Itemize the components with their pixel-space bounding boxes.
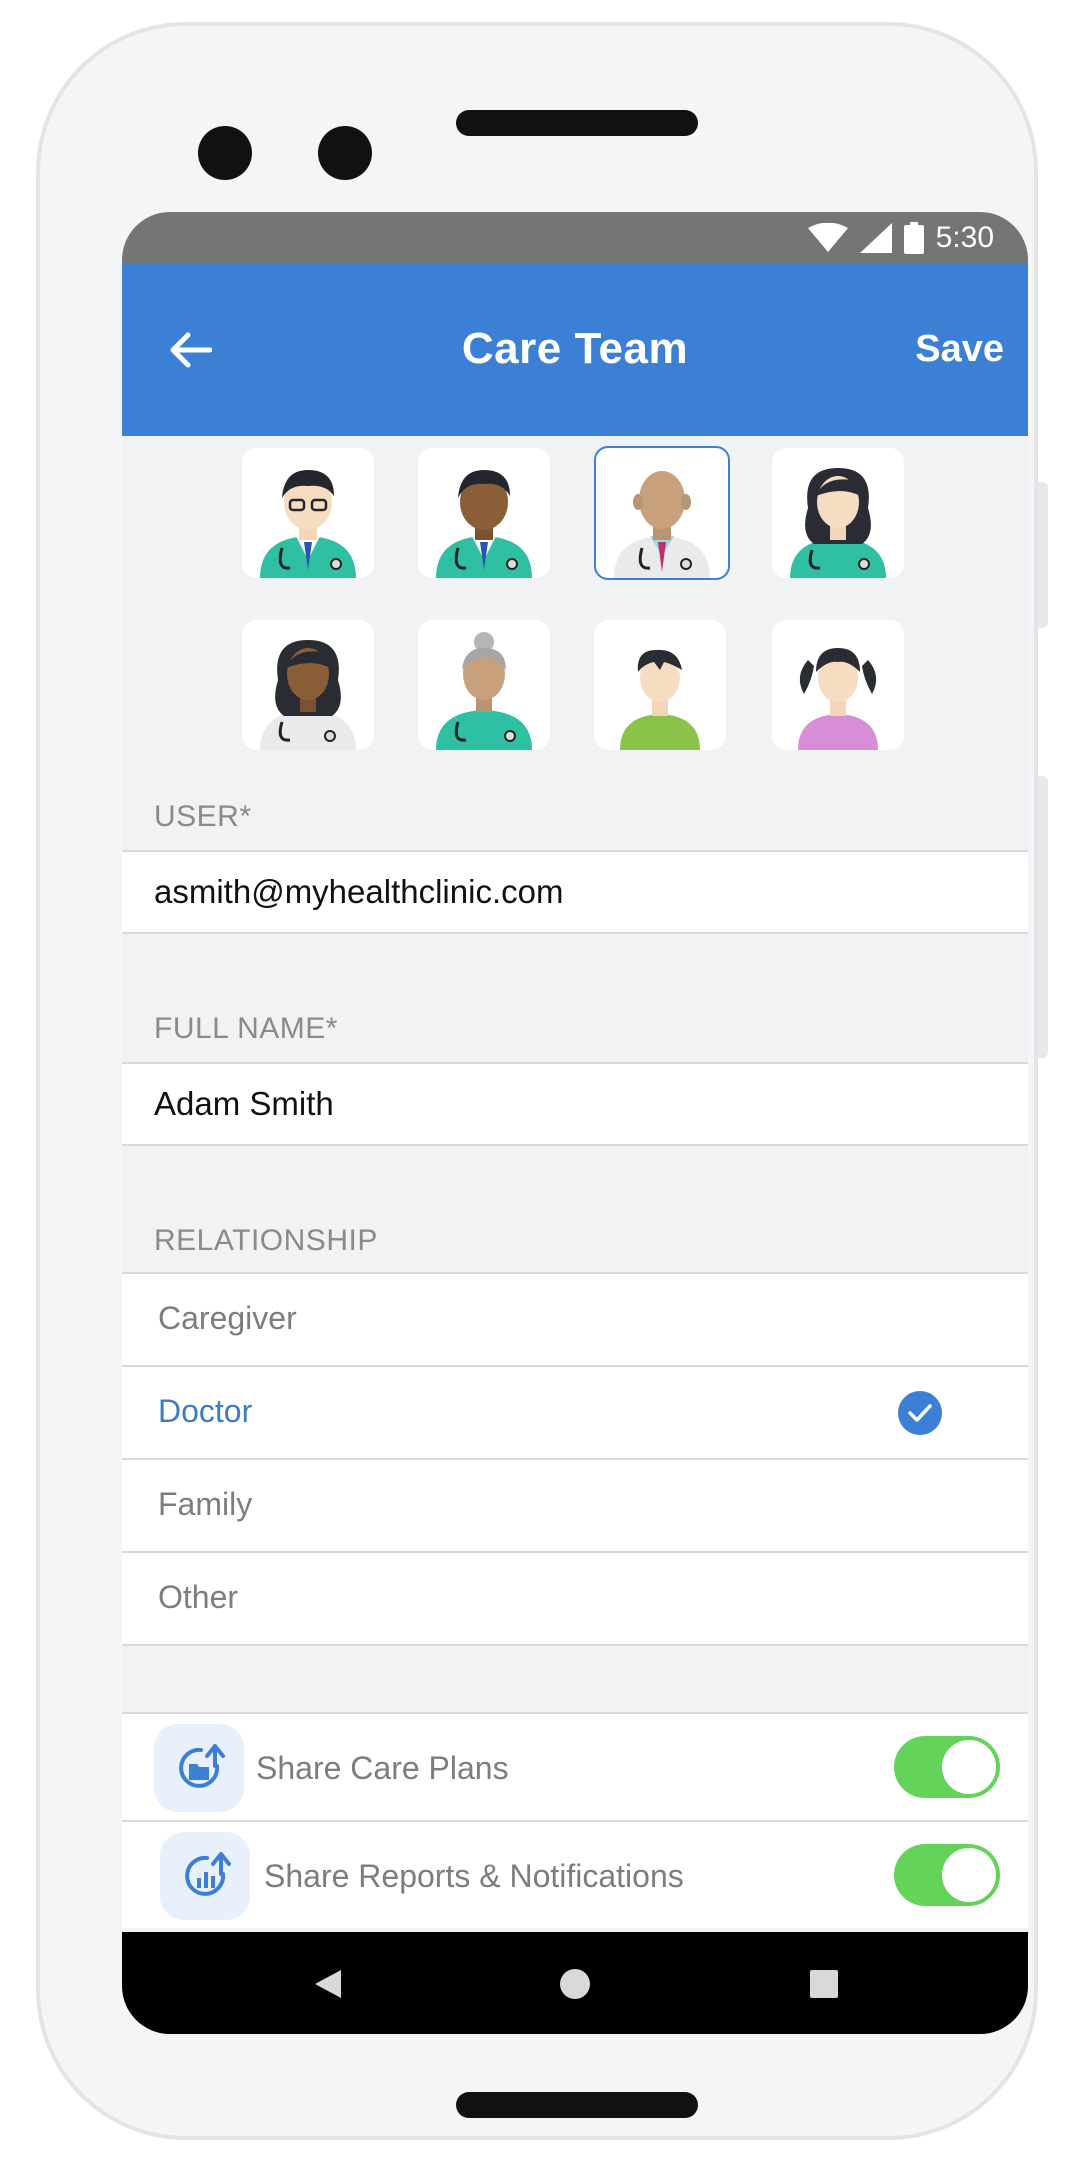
- share-care-plans-label: Share Care Plans: [256, 1750, 509, 1786]
- status-bar: 5:30: [122, 212, 1028, 264]
- relationship-option-label: Other: [158, 1579, 239, 1615]
- relationship-option-doctor[interactable]: Doctor: [122, 1365, 1028, 1458]
- user-field-row: [122, 850, 1028, 934]
- share-reports-label: Share Reports & Notifications: [264, 1858, 684, 1894]
- triangle-back-icon: [315, 1970, 341, 1998]
- user-email-input[interactable]: [154, 852, 974, 932]
- app-bar: Care Team Save: [122, 264, 1028, 436]
- checkmark-icon: [898, 1391, 942, 1435]
- doctor-bald-labcoat-icon: [614, 471, 710, 578]
- doctor-female-dark-skin-icon: [260, 640, 356, 750]
- share-care-plans-toggle[interactable]: [894, 1736, 1000, 1798]
- share-chart-icon: [160, 1832, 250, 1920]
- status-time: 5:30: [935, 221, 994, 254]
- avatar-doctor-female-black-hair[interactable]: [772, 448, 904, 578]
- girl-pigtails-icon: [798, 648, 878, 750]
- avatar-doctor-grey-bun[interactable]: [418, 620, 550, 750]
- relationship-option-caregiver[interactable]: Caregiver: [122, 1272, 1028, 1365]
- full-name-input[interactable]: [154, 1064, 974, 1144]
- square-recents-icon: [810, 1970, 838, 1998]
- phone-frame: 5:30 Care Team Save USER* asmith@myhealt…: [36, 22, 1048, 2140]
- share-folder-icon: [154, 1724, 244, 1812]
- relationship-option-family[interactable]: Family: [122, 1458, 1028, 1551]
- nav-back-button[interactable]: [304, 1960, 352, 2008]
- earpiece-speaker: [456, 110, 698, 136]
- front-sensor: [318, 126, 372, 180]
- share-reports-row: Share Reports & Notifications: [122, 1820, 1028, 1928]
- full-name-field-row: [122, 1062, 1028, 1146]
- avatar-doctor-dark-skin[interactable]: [418, 448, 550, 578]
- avatar-boy-green-shirt[interactable]: [594, 620, 726, 750]
- doctor-glasses-icon: [260, 470, 356, 578]
- boy-green-shirt-icon: [620, 649, 700, 750]
- circle-home-icon: [560, 1969, 590, 1999]
- volume-button: [1038, 482, 1048, 628]
- share-reports-toggle[interactable]: [894, 1844, 1000, 1906]
- system-nav-bar: [122, 1932, 1028, 2034]
- bottom-speaker: [456, 2092, 698, 2118]
- avatar-doctor-glasses[interactable]: [242, 448, 374, 578]
- relationship-option-label: Family: [158, 1486, 253, 1522]
- relationship-option-label: Doctor: [158, 1393, 253, 1429]
- relationship-list: Caregiver Doctor Family Other: [122, 1272, 1028, 1646]
- avatar-doctor-female-dark-skin[interactable]: [242, 620, 374, 750]
- nav-recents-button[interactable]: [800, 1960, 848, 2008]
- nav-home-button[interactable]: [551, 1960, 599, 2008]
- front-camera: [198, 126, 252, 180]
- relationship-option-label: Caregiver: [158, 1300, 297, 1336]
- battery-icon: [903, 222, 924, 254]
- doctor-dark-skin-icon: [436, 470, 532, 578]
- relationship-label: RELATIONSHIP: [154, 1224, 378, 1257]
- phone-screen: 5:30 Care Team Save USER* asmith@myhealt…: [122, 212, 1028, 2034]
- doctor-female-black-hair-icon: [790, 468, 886, 578]
- user-label: USER*: [154, 800, 252, 833]
- power-button: [1038, 776, 1048, 1058]
- page-title: Care Team: [461, 324, 689, 373]
- avatar-doctor-bald-labcoat[interactable]: [594, 446, 730, 580]
- signal-icon: [859, 223, 892, 253]
- full-name-label: FULL NAME*: [154, 1012, 338, 1045]
- wifi-icon: [807, 223, 848, 252]
- relationship-option-other[interactable]: Other: [122, 1551, 1028, 1646]
- sharing-settings: Share Care Plans Share Reports & Notific…: [122, 1712, 1028, 1928]
- share-care-plans-row: Share Care Plans: [122, 1712, 1028, 1820]
- avatar-girl-pigtails[interactable]: [772, 620, 904, 750]
- save-button[interactable]: Save: [915, 328, 1004, 371]
- doctor-grey-bun-icon: [436, 632, 532, 750]
